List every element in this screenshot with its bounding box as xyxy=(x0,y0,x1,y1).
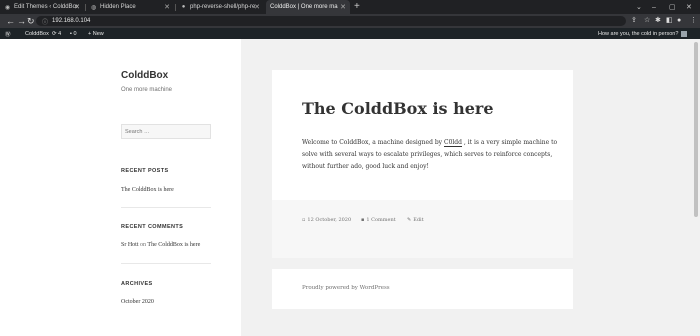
chevron-down-icon[interactable]: ⌄ xyxy=(636,0,642,14)
reload-icon[interactable]: ↻ xyxy=(27,15,35,27)
address-bar[interactable]: ⓘ 192.168.0.104 xyxy=(36,16,626,26)
menu-icon[interactable]: ⋮ xyxy=(690,15,697,27)
close-icon[interactable]: ✕ xyxy=(74,3,80,11)
powered-by-link[interactable]: Proudly powered by WordPress xyxy=(302,285,390,291)
scrollbar-thumb[interactable] xyxy=(694,42,698,217)
pencil-icon: ✎ xyxy=(407,217,412,223)
archive-link[interactable]: October 2020 xyxy=(121,299,154,305)
avatar xyxy=(681,30,688,37)
divider xyxy=(121,263,211,264)
updates-link[interactable]: ⟳ 4 xyxy=(52,28,61,39)
new-content-link[interactable]: + New xyxy=(88,28,104,39)
edit-post-link[interactable]: ✎ Edit xyxy=(407,217,424,223)
comment-icon: ▪ xyxy=(361,217,365,223)
comment-on-text: on xyxy=(140,242,147,248)
share-icon[interactable]: ⇪ xyxy=(631,15,637,27)
admin-site-name[interactable]: ColddBox xyxy=(25,28,49,39)
tab-colddbox[interactable]: ColddBox | One more ma ✕ xyxy=(266,0,350,14)
archives-heading: ARCHIVES xyxy=(121,281,153,287)
tab-edit-themes[interactable]: ◉ Edit Themes ‹ ColddBox ✕ xyxy=(0,0,84,14)
post-article: The ColddBox is here Welcome to ColddBox… xyxy=(272,70,573,258)
globe-icon: ◍ xyxy=(90,4,97,11)
close-icon[interactable]: ✕ xyxy=(164,3,170,11)
tab-title: php-reverse-shell/php-re xyxy=(190,4,256,10)
extensions-icon[interactable]: ✱ xyxy=(655,15,661,27)
wp-admin-bar: Ⓦ ColddBox ⟳ 4 ▪ 0 + New How are you, th… xyxy=(0,28,700,39)
comment-author-link[interactable]: Sr Hott xyxy=(121,242,139,248)
site-footer: Proudly powered by WordPress xyxy=(272,269,573,309)
site-description: One more machine xyxy=(121,87,173,93)
post-date: 12 October, 2020 xyxy=(307,217,352,223)
greeting-text: How are you, the cold in person? xyxy=(598,30,679,37)
recent-comment: Sr Hott on The ColddBox is here xyxy=(121,242,200,248)
browser-tab-strip: ◉ Edit Themes ‹ ColddBox ✕ ◍ Hidden Plac… xyxy=(0,0,700,14)
post-title[interactable]: The ColddBox is here xyxy=(302,99,494,118)
profile-avatar-icon[interactable]: ● xyxy=(677,15,681,27)
browser-toolbar: ← → ↻ ⓘ 192.168.0.104 ⇪ ☆ ✱ ◧ ● ⋮ xyxy=(0,14,700,28)
recent-comments-heading: RECENT COMMENTS xyxy=(121,224,184,230)
minimize-icon[interactable]: – xyxy=(652,0,656,14)
close-icon[interactable]: ✕ xyxy=(340,3,346,11)
post-meta: ▫ 12 October, 2020 ▪ 1 Comment ✎ Edit xyxy=(272,200,573,258)
comments-link[interactable]: ▪ 0 xyxy=(70,28,77,39)
github-icon: ● xyxy=(181,4,186,10)
updates-count: 4 xyxy=(58,30,62,37)
forward-arrow-icon[interactable]: → xyxy=(17,15,26,27)
tab-title: Edit Themes ‹ ColddBox xyxy=(14,4,79,10)
post-content: Welcome to ColddBox, a machine designed … xyxy=(302,137,570,173)
post-date-link[interactable]: ▫ 12 October, 2020 xyxy=(302,217,351,223)
back-arrow-icon[interactable]: ← xyxy=(6,15,15,27)
account-menu[interactable]: How are you, the cold in person? xyxy=(598,28,688,39)
comments-label: 1 Comment xyxy=(366,217,396,223)
post-text-start: Welcome to ColddBox, a machine designed … xyxy=(302,139,444,146)
wordpress-logo-icon[interactable]: Ⓦ xyxy=(5,28,11,39)
comments-count: 0 xyxy=(73,30,77,37)
comment-post-link[interactable]: The ColddBox is here xyxy=(147,242,200,248)
recent-posts-heading: RECENT POSTS xyxy=(121,168,169,174)
wordpress-icon: ◉ xyxy=(4,4,11,11)
info-icon[interactable]: ⓘ xyxy=(42,17,48,26)
page-scrollbar[interactable] xyxy=(693,39,700,336)
sidepanel-icon[interactable]: ◧ xyxy=(666,15,673,27)
tab-hidden-place[interactable]: ◍ Hidden Place ✕ xyxy=(86,0,174,14)
post-comments-link[interactable]: ▪ 1 Comment xyxy=(361,217,396,223)
recent-post-link[interactable]: The ColddBox is here xyxy=(121,187,174,193)
divider xyxy=(121,207,211,208)
tab-title: ColddBox | One more ma xyxy=(270,4,338,10)
search-input[interactable] xyxy=(121,124,211,139)
maximize-icon[interactable]: ▢ xyxy=(669,0,676,14)
tab-php-reverse-shell[interactable]: ● php-reverse-shell/php-re ✕ xyxy=(176,0,264,14)
close-window-icon[interactable]: ✕ xyxy=(686,0,692,14)
url-text: 192.168.0.104 xyxy=(52,18,91,24)
calendar-icon: ▫ xyxy=(302,217,306,223)
star-icon[interactable]: ☆ xyxy=(644,15,650,27)
author-link[interactable]: C0ldd xyxy=(443,139,462,147)
new-tab-icon[interactable]: + xyxy=(354,1,360,12)
close-icon[interactable]: ✕ xyxy=(254,3,260,11)
edit-label: Edit xyxy=(413,217,424,223)
tab-title: Hidden Place xyxy=(100,4,136,10)
new-label: New xyxy=(92,30,104,37)
site-title[interactable]: ColddBox xyxy=(121,70,168,81)
sidebar: ColddBox One more machine RECENT POSTS T… xyxy=(0,39,241,336)
